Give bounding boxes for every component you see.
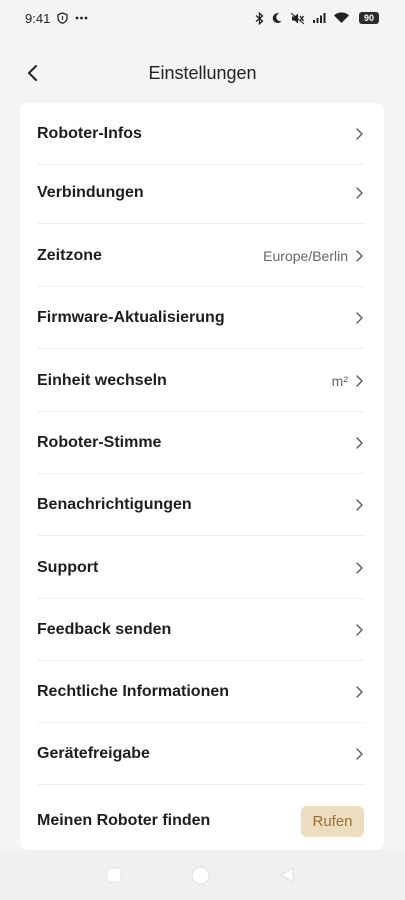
chevron-left-icon <box>26 64 38 82</box>
chevron-right-icon <box>354 623 364 637</box>
settings-item-right <box>354 623 364 637</box>
settings-item-find-robot: Meinen Roboter finden Rufen <box>20 790 384 850</box>
page-title: Einstellungen <box>148 62 257 83</box>
settings-item-label: Roboter-Stimme <box>37 434 162 451</box>
battery-indicator: 90 <box>358 12 379 24</box>
signal-icon <box>312 12 326 24</box>
chevron-right-icon <box>354 127 364 141</box>
recents-square-icon[interactable] <box>106 867 122 883</box>
settings-item-label: Firmware-Aktualisierung <box>37 309 225 326</box>
settings-item-right: m² <box>332 373 364 389</box>
chevron-right-icon <box>354 186 364 200</box>
system-nav-bar <box>0 850 405 900</box>
status-left: 9:41 <box>25 11 88 26</box>
settings-item-label: Einheit wechseln <box>37 372 167 389</box>
mute-icon <box>290 12 305 25</box>
settings-item-support[interactable]: Support <box>20 537 384 599</box>
status-time: 9:41 <box>25 10 51 26</box>
settings-item-label: Zeitzone <box>37 247 102 264</box>
chevron-right-icon <box>354 374 364 388</box>
settings-item-firmware[interactable]: Firmware-Aktualisierung <box>20 287 384 349</box>
chevron-right-icon <box>354 561 364 575</box>
settings-item-label: Verbindungen <box>37 184 144 201</box>
home-circle-icon[interactable] <box>190 865 211 886</box>
chevron-right-icon <box>354 685 364 699</box>
wifi-icon <box>333 12 350 24</box>
settings-item-geraetefreigabe[interactable]: Gerätefreigabe <box>20 723 384 785</box>
settings-item-right <box>354 498 364 512</box>
settings-item-right <box>354 561 364 575</box>
settings-item-feedback[interactable]: Feedback senden <box>20 599 384 661</box>
settings-item-einheit[interactable]: Einheit wechseln m² <box>20 350 384 412</box>
settings-item-benachrichtigungen[interactable]: Benachrichtigungen <box>20 474 384 536</box>
settings-item-right: Europe/Berlin <box>263 248 364 264</box>
settings-item-right <box>354 747 364 761</box>
settings-item-label: Benachrichtigungen <box>37 496 192 513</box>
settings-item-zeitzone[interactable]: Zeitzone Europe/Berlin <box>20 225 384 287</box>
settings-item-label: Meinen Roboter finden <box>37 812 211 829</box>
chevron-right-icon <box>354 249 364 263</box>
status-right: 90 <box>255 11 379 25</box>
settings-item-right <box>354 311 364 325</box>
call-robot-button[interactable]: Rufen <box>301 805 364 837</box>
settings-item-right <box>354 127 364 141</box>
settings-item-label: Feedback senden <box>37 621 172 638</box>
shield-icon <box>57 12 68 24</box>
settings-item-label: Gerätefreigabe <box>37 745 150 762</box>
settings-item-verbindungen[interactable]: Verbindungen <box>20 162 384 224</box>
chevron-right-icon <box>354 311 364 325</box>
chevron-right-icon <box>354 436 364 450</box>
settings-item-label: Roboter-Infos <box>37 125 142 142</box>
settings-item-rechtliche-informationen[interactable]: Rechtliche Informationen <box>20 661 384 723</box>
header: Einstellungen <box>0 48 405 98</box>
timezone-value: Europe/Berlin <box>263 248 348 264</box>
settings-item-right <box>354 436 364 450</box>
back-triangle-icon[interactable] <box>279 866 295 884</box>
status-bar: 9:41 90 <box>0 0 405 36</box>
back-button[interactable] <box>18 60 46 86</box>
settings-item-roboter-stimme[interactable]: Roboter-Stimme <box>20 412 384 474</box>
settings-item-right <box>354 685 364 699</box>
chevron-right-icon <box>354 498 364 512</box>
more-dots-icon <box>75 16 88 20</box>
unit-value: m² <box>331 373 348 389</box>
settings-item-label: Rechtliche Informationen <box>37 683 230 700</box>
bluetooth-icon <box>255 11 264 25</box>
settings-item-roboter-infos[interactable]: Roboter-Infos <box>20 103 384 165</box>
moon-icon <box>271 12 283 24</box>
settings-item-label: Support <box>37 559 99 576</box>
settings-list: Roboter-Infos Verbindungen Zeitzone Euro… <box>20 103 384 850</box>
settings-item-right <box>354 186 364 200</box>
chevron-right-icon <box>354 747 364 761</box>
